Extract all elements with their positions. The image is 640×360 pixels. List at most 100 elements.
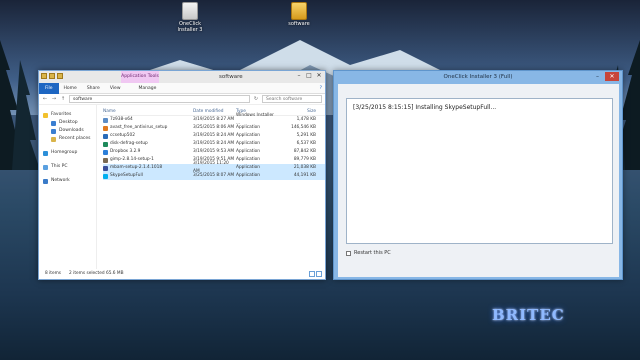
file-name: avast_free_antivirus_setup — [103, 124, 193, 132]
tab-share[interactable]: Share — [82, 86, 105, 91]
file-date: 3/25/2015 8:06 AM — [193, 125, 235, 130]
column-name[interactable]: Name — [103, 108, 193, 115]
minimize-icon[interactable]: – — [295, 72, 303, 80]
file-size: 89,779 KB — [293, 157, 316, 162]
file-name: mbam-setup-2.1.4.1018 — [103, 164, 193, 172]
forward-icon[interactable]: → — [51, 96, 57, 102]
file-date: 3/19/2015 8:24 AM — [193, 133, 235, 138]
nav-recent[interactable]: Recent places — [39, 135, 96, 143]
file-icon — [103, 141, 108, 147]
file-size: 21,038 KB — [293, 165, 316, 170]
new-folder-icon[interactable] — [57, 73, 63, 79]
file-date: 3/19/2015 9:53 AM — [193, 149, 235, 154]
help-icon[interactable]: ? — [320, 86, 325, 91]
file-size: 5,291 KB — [296, 133, 316, 138]
file-type: Application — [236, 157, 261, 162]
file-type: Application — [236, 125, 261, 130]
close-icon[interactable]: ✕ — [315, 72, 323, 80]
column-size[interactable]: Size — [276, 108, 316, 115]
file-rows: 7z938-x64 3/19/2015 8:27 AM Windows Instal… — [103, 113, 325, 180]
homegroup-icon — [43, 150, 48, 156]
file-icon — [103, 165, 108, 171]
tab-file[interactable]: File — [39, 82, 59, 94]
window-controls: – □ ✕ — [295, 72, 323, 80]
explorer-window: Application Tools software – □ ✕ File Ho… — [38, 70, 326, 280]
file-row[interactable]: SkypeSetupFull 3/25/2015 8:07 AM Applicati… — [103, 172, 325, 180]
nav-favorites[interactable]: Favorites — [39, 111, 96, 119]
file-type: Application — [236, 149, 261, 154]
file-row[interactable]: 7z938-x64 3/19/2015 8:27 AM Windows Instal… — [103, 113, 325, 126]
view-toggle — [309, 271, 322, 277]
explorer-body: Favorites Desktop Downloads Recent place… — [39, 105, 325, 269]
installer-window-controls: – ✕ — [593, 72, 619, 81]
search-input[interactable]: Search software — [262, 95, 322, 103]
refresh-icon[interactable]: ↻ — [253, 96, 259, 102]
download-icon — [51, 128, 56, 134]
folder-icon — [291, 2, 307, 20]
file-icon — [103, 117, 108, 123]
file-date: 3/19/2015 8:24 AM — [193, 141, 235, 146]
file-list-header: Name Date modified Type Size — [103, 108, 325, 116]
installer-app-icon — [182, 2, 198, 20]
file-row[interactable]: ccsetup502 3/19/2015 8:24 AM Application 5,… — [103, 132, 325, 140]
file-size: 1,478 KB — [296, 117, 316, 122]
nav-network[interactable]: Network — [39, 177, 96, 185]
folder-icon[interactable] — [41, 73, 47, 79]
computer-icon — [43, 164, 48, 170]
desktop-icon-oneclick[interactable]: OneClick Installer 3 — [170, 2, 210, 33]
address-bar-row: ← → ↑ software ↻ Search software — [39, 94, 325, 105]
file-date: 3/25/2015 8:07 AM — [193, 173, 235, 178]
file-name: gimp-2.8.14-setup-1 — [103, 156, 193, 164]
large-icons-view-icon[interactable] — [316, 271, 322, 277]
back-icon[interactable]: ← — [42, 96, 48, 102]
installer-titlebar[interactable]: OneClick Installer 3 (Full) – ✕ — [334, 71, 622, 83]
minimize-icon[interactable]: – — [593, 72, 602, 81]
status-bar: 8 items 2 items selected 65.6 MB — [39, 269, 325, 279]
maximize-icon[interactable]: □ — [305, 72, 313, 80]
desktop-icon-label: OneClick Installer 3 — [177, 21, 203, 33]
file-icon — [103, 133, 108, 139]
tab-view[interactable]: View — [105, 86, 126, 91]
column-date[interactable]: Date modified — [193, 108, 236, 115]
file-size: 6,537 KB — [296, 141, 316, 146]
network-icon — [43, 178, 48, 184]
address-field[interactable]: software — [69, 95, 250, 103]
item-count: 8 items — [45, 271, 62, 276]
close-icon[interactable]: ✕ — [605, 72, 619, 81]
install-log: [3/25/2015 8:15:15] Installing SkypeSetu… — [346, 98, 613, 244]
ribbon-tabs: File Home Share View Manage ? — [39, 82, 325, 94]
application-tools-label: Application Tools — [121, 71, 159, 83]
file-size: 44,191 KB — [293, 173, 316, 178]
restart-checkbox[interactable]: Restart this PC — [346, 250, 391, 256]
file-icon — [103, 149, 108, 155]
file-row[interactable]: avast_free_antivirus_setup 3/25/2015 8:06… — [103, 124, 325, 132]
file-icon — [103, 125, 108, 131]
properties-icon[interactable] — [49, 73, 55, 79]
explorer-titlebar[interactable]: Application Tools software – □ ✕ — [39, 71, 325, 83]
file-row[interactable]: disk-defrag-setup 3/19/2015 8:24 AM Applic… — [103, 140, 325, 148]
file-row[interactable]: mbam-setup-2.1.4.1018 3/19/2015 11:20 AM A… — [103, 161, 325, 174]
file-name: SkypeSetupFull — [103, 172, 193, 180]
details-view-icon[interactable] — [309, 271, 315, 277]
nav-desktop[interactable]: Desktop — [39, 119, 96, 127]
tab-home[interactable]: Home — [59, 86, 82, 91]
nav-downloads[interactable]: Downloads — [39, 127, 96, 135]
up-icon[interactable]: ↑ — [60, 96, 66, 102]
desktop-icon-software[interactable]: software — [279, 2, 319, 27]
checkbox-icon[interactable] — [346, 250, 351, 256]
desktop-icon — [51, 120, 56, 126]
file-name: 7z938-x64 — [103, 116, 193, 124]
file-row[interactable]: Dropbox 3.2.9 3/19/2015 9:53 AM Applicatio… — [103, 148, 325, 156]
file-type: Application — [236, 141, 261, 146]
file-type: Application — [236, 133, 261, 138]
installer-panel: [3/25/2015 8:15:15] Installing SkypeSetu… — [338, 84, 619, 277]
file-type: Application — [236, 165, 261, 170]
star-icon — [43, 112, 48, 118]
file-name: disk-defrag-setup — [103, 140, 193, 148]
file-date: 3/19/2015 8:27 AM — [193, 117, 235, 122]
file-name: Dropbox 3.2.9 — [103, 148, 193, 156]
nav-homegroup[interactable]: Homegroup — [39, 149, 96, 157]
britec-watermark: BRITEC — [492, 306, 565, 324]
nav-thispc[interactable]: This PC — [39, 163, 96, 171]
tab-manage[interactable]: Manage — [134, 86, 162, 91]
